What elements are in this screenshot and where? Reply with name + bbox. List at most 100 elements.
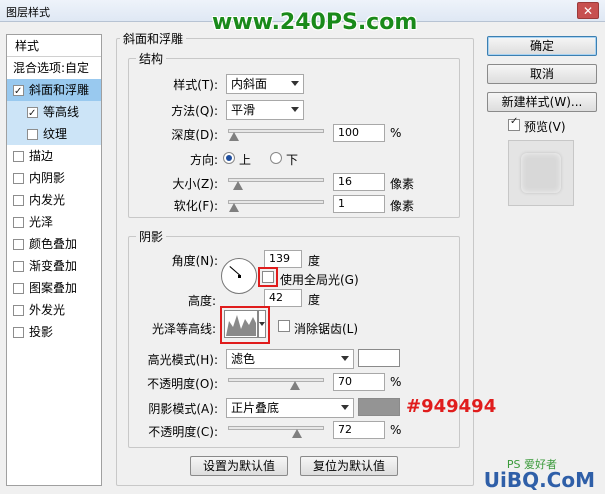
bevel-emboss-title: 斜面和浮雕	[120, 30, 187, 47]
direction-up-label: 上	[239, 153, 252, 167]
preview-checkbox[interactable]	[508, 116, 520, 131]
shadow-opacity-slider-thumb[interactable]	[292, 429, 302, 438]
size-unit: 像素	[390, 177, 415, 191]
altitude-label: 高度:	[187, 294, 216, 308]
style-item-inner-glow[interactable]: 内发光	[7, 189, 101, 211]
style-item-pattern-overlay[interactable]: 图案叠加	[7, 277, 101, 299]
angle-dial[interactable]	[221, 258, 257, 294]
watermark-bottom: UiBQ.CoM	[483, 468, 595, 492]
global-light-checkbox[interactable]	[262, 271, 274, 283]
contour-curve-icon	[226, 315, 256, 336]
gloss-contour-preview[interactable]	[224, 310, 258, 338]
direction-label: 方向:	[189, 153, 218, 167]
technique-select[interactable]: 平滑	[226, 100, 304, 120]
highlight-opacity-input[interactable]: 70	[333, 373, 385, 391]
style-item-bevel[interactable]: 斜面和浮雕	[7, 79, 101, 103]
soften-slider[interactable]	[228, 200, 324, 204]
cancel-button[interactable]: 取消	[487, 64, 597, 84]
style-list-header[interactable]: 样式	[7, 35, 101, 57]
shadow-opacity-unit: %	[390, 423, 402, 437]
chevron-down-icon	[291, 107, 299, 112]
highlight-opacity-slider[interactable]	[228, 378, 324, 382]
soften-label: 软化(F):	[173, 199, 218, 213]
satin-checkbox[interactable]	[13, 217, 24, 228]
shadow-color-annotation: #949494	[406, 396, 497, 417]
shadow-color-swatch[interactable]	[358, 398, 400, 416]
style-item-contour[interactable]: 等高线	[7, 101, 101, 125]
style-item-stroke[interactable]: 描边	[7, 145, 101, 167]
color-overlay-checkbox[interactable]	[13, 239, 24, 250]
gloss-contour-dropdown[interactable]	[258, 310, 266, 338]
outer-glow-checkbox[interactable]	[13, 305, 24, 316]
direction-down-radio[interactable]	[270, 152, 282, 164]
style-item-inner-shadow[interactable]: 内阴影	[7, 167, 101, 189]
soften-input[interactable]: 1	[333, 195, 385, 213]
close-button[interactable]: ✕	[577, 2, 599, 19]
style-item-gradient-overlay[interactable]: 渐变叠加	[7, 255, 101, 277]
highlight-mode-select[interactable]: 滤色	[226, 349, 354, 369]
make-default-button[interactable]: 设置为默认值	[190, 456, 288, 476]
size-slider-thumb[interactable]	[233, 181, 243, 190]
size-label: 大小(Z):	[172, 177, 218, 191]
angle-label: 角度(N):	[171, 254, 218, 268]
contour-checkbox[interactable]	[27, 103, 38, 125]
soften-unit: 像素	[390, 199, 415, 213]
inner-shadow-checkbox[interactable]	[13, 173, 24, 184]
direction-down-label: 下	[286, 153, 299, 167]
blend-options-item[interactable]: 混合选项:自定	[7, 57, 101, 79]
structure-title: 结构	[136, 50, 167, 67]
style-list: 样式 混合选项:自定 斜面和浮雕 等高线 纹理 描边 内阴影 内发光 光泽	[6, 34, 102, 486]
highlight-mode-label: 高光模式(H):	[147, 353, 218, 367]
inner-glow-checkbox[interactable]	[13, 195, 24, 206]
style-item-satin[interactable]: 光泽	[7, 211, 101, 233]
style-item-color-overlay[interactable]: 颜色叠加	[7, 233, 101, 255]
stroke-checkbox[interactable]	[13, 151, 24, 162]
texture-checkbox[interactable]	[27, 129, 38, 140]
shadow-mode-label: 阴影模式(A):	[148, 402, 218, 416]
gradient-overlay-checkbox[interactable]	[13, 261, 24, 272]
style-label: 样式(T):	[173, 78, 218, 92]
anti-alias-checkbox[interactable]	[278, 320, 290, 332]
drop-shadow-checkbox[interactable]	[13, 327, 24, 338]
style-preview	[508, 140, 574, 206]
shadow-mode-select[interactable]: 正片叠底	[226, 398, 354, 418]
shading-title: 阴影	[136, 228, 167, 245]
altitude-unit: 度	[308, 293, 321, 307]
chevron-down-icon	[259, 322, 265, 326]
angle-dial-needle	[229, 266, 241, 276]
depth-slider-thumb[interactable]	[229, 132, 239, 141]
direction-up-radio[interactable]	[223, 152, 235, 164]
highlight-opacity-slider-thumb[interactable]	[290, 381, 300, 390]
style-select[interactable]: 内斜面	[226, 74, 304, 94]
altitude-input[interactable]: 42	[264, 289, 302, 307]
global-light-label: 使用全局光(G)	[280, 273, 359, 287]
chevron-down-icon	[341, 356, 349, 361]
angle-input[interactable]: 139	[264, 250, 302, 268]
bevel-checkbox[interactable]	[13, 81, 24, 103]
style-item-texture[interactable]: 纹理	[7, 123, 101, 145]
soften-slider-thumb[interactable]	[229, 203, 239, 212]
gloss-contour-label: 光泽等高线:	[151, 322, 216, 336]
depth-slider[interactable]	[228, 129, 324, 133]
shadow-opacity-label: 不透明度(C):	[148, 425, 218, 439]
depth-unit: %	[390, 126, 402, 140]
highlight-opacity-label: 不透明度(O):	[147, 377, 218, 391]
window-title: 图层样式	[6, 6, 50, 19]
highlight-color-swatch[interactable]	[358, 349, 400, 367]
pattern-overlay-checkbox[interactable]	[13, 283, 24, 294]
new-style-button[interactable]: 新建样式(W)...	[487, 92, 597, 112]
shadow-opacity-input[interactable]: 72	[333, 421, 385, 439]
reset-default-button[interactable]: 复位为默认值	[300, 456, 398, 476]
style-item-drop-shadow[interactable]: 投影	[7, 321, 101, 343]
style-item-outer-glow[interactable]: 外发光	[7, 299, 101, 321]
preview-thumbnail	[521, 153, 561, 193]
ok-button[interactable]: 确定	[487, 36, 597, 56]
depth-input[interactable]: 100	[333, 124, 385, 142]
layer-style-dialog: 图层样式 ✕ www.240PS.com 样式 混合选项:自定 斜面和浮雕 等高…	[0, 0, 605, 494]
angle-unit: 度	[308, 254, 321, 268]
anti-alias-label: 消除锯齿(L)	[294, 322, 359, 336]
size-input[interactable]: 16	[333, 173, 385, 191]
shadow-opacity-slider[interactable]	[228, 426, 324, 430]
chevron-down-icon	[341, 405, 349, 410]
depth-label: 深度(D):	[171, 128, 218, 142]
